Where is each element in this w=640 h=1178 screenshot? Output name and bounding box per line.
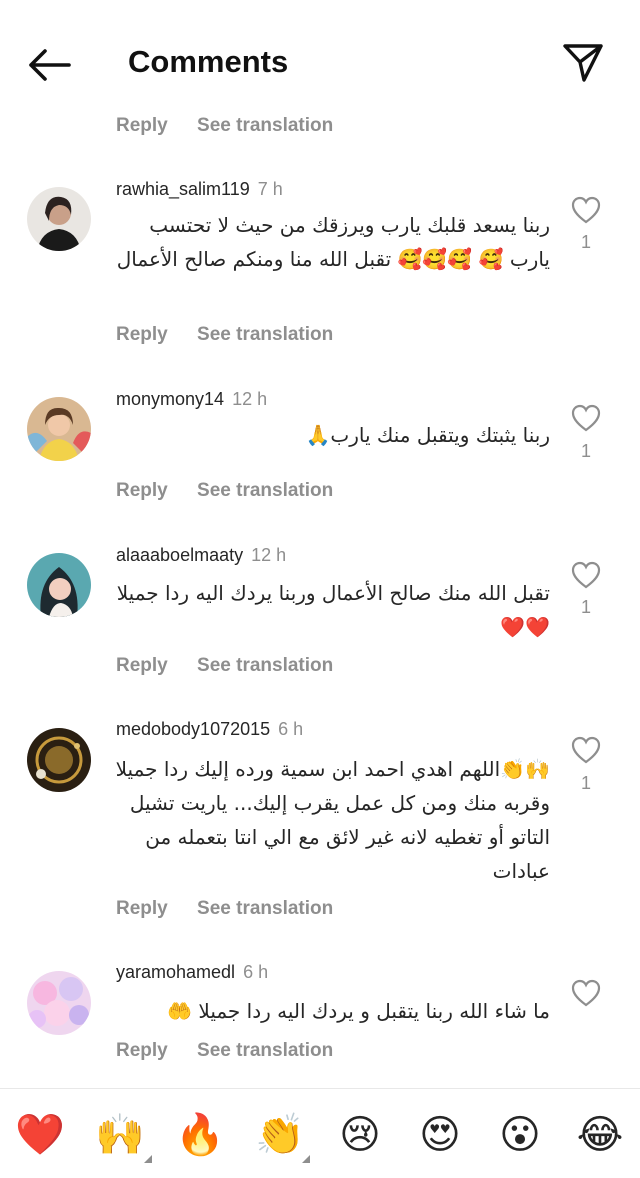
comment-time: 12 h: [251, 545, 287, 565]
comment-actions: Reply See translation: [116, 655, 357, 677]
heart-outline-icon: [571, 979, 601, 1007]
comment-actions: Reply See translation: [116, 480, 357, 502]
reply-button[interactable]: Reply: [116, 115, 168, 136]
see-translation-button[interactable]: See translation: [197, 324, 333, 345]
paper-plane-icon: [563, 44, 603, 82]
reply-button[interactable]: Reply: [116, 898, 168, 919]
comment-text: ما شاء الله ربنا يتقبل و يردك اليه ردا ج…: [167, 999, 550, 1023]
comment-text: تقبل الله منك صالح الأعمال وربنا يردك ال…: [116, 581, 550, 639]
comment-actions: Reply See translation: [116, 115, 357, 137]
emoji-fire-button[interactable]: 🔥: [174, 1109, 226, 1161]
like-count: 1: [580, 597, 591, 617]
heart-outline-icon: [571, 561, 601, 589]
see-translation-button[interactable]: See translation: [197, 480, 333, 501]
like-count: 1: [580, 773, 591, 793]
reply-button[interactable]: Reply: [116, 1040, 168, 1061]
skin-tone-indicator-icon: [144, 1155, 152, 1163]
skin-tone-indicator-icon: [302, 1155, 310, 1163]
comment-time: 7 h: [257, 179, 283, 199]
comment-actions: Reply See translation: [116, 1040, 357, 1062]
emoji-laughing-button[interactable]: 😂: [574, 1109, 626, 1161]
comment-username[interactable]: rawhia_salim119: [116, 179, 250, 199]
comments-header: Comments: [0, 0, 640, 110]
emoji-sad-button[interactable]: 😢: [334, 1109, 386, 1161]
emoji-clap-button[interactable]: 👏: [254, 1109, 306, 1161]
page-title: Comments: [128, 44, 289, 79]
heart-outline-icon: [571, 736, 601, 764]
emoji-reaction-bar: ❤️ 🙌 🔥 👏 😢 😍 😮 😂: [0, 1088, 640, 1178]
arrow-left-icon: [29, 49, 71, 81]
reply-button[interactable]: Reply: [116, 324, 168, 345]
emoji-heart-button[interactable]: ❤️: [14, 1109, 66, 1161]
share-button[interactable]: [560, 40, 606, 86]
like-button[interactable]: [568, 557, 604, 593]
comment-text: ربنا يثبتك ويتقبل منك يارب🙏: [305, 423, 550, 447]
comment-time: 6 h: [278, 719, 304, 739]
avatar[interactable]: [27, 397, 91, 461]
comment-actions: Reply See translation: [116, 324, 357, 346]
like-button[interactable]: [568, 400, 604, 436]
heart-outline-icon: [571, 196, 601, 224]
avatar[interactable]: [27, 553, 91, 617]
see-translation-button[interactable]: See translation: [197, 115, 333, 136]
comment-actions: Reply See translation: [116, 898, 357, 920]
like-count: 1: [580, 441, 591, 461]
like-button[interactable]: [568, 732, 604, 768]
comment-username[interactable]: monymony14: [116, 389, 224, 409]
comment-time: 6 h: [243, 962, 269, 982]
see-translation-button[interactable]: See translation: [197, 655, 333, 676]
back-button[interactable]: [24, 40, 74, 90]
comment-username[interactable]: medobody1072015: [116, 719, 270, 739]
avatar[interactable]: [27, 728, 91, 792]
comment-time: 12 h: [232, 389, 268, 409]
like-count: 1: [580, 232, 591, 252]
emoji-heart-eyes-button[interactable]: 😍: [414, 1109, 466, 1161]
comment-username[interactable]: yaramohamedl: [116, 962, 235, 982]
emoji-raised-hands-button[interactable]: 🙌: [94, 1109, 146, 1161]
heart-outline-icon: [571, 404, 601, 432]
avatar[interactable]: [27, 971, 91, 1035]
comment-text: ربنا يسعد قلبك يارب ويرزقك من حيث لا تحت…: [116, 213, 550, 271]
emoji-surprised-button[interactable]: 😮: [494, 1109, 546, 1161]
like-button[interactable]: [568, 975, 604, 1011]
comment-username[interactable]: alaaaboelmaaty: [116, 545, 243, 565]
comment-text: 🙌👏اللهم اهدي احمد ابن سمية ورده إليك ردا…: [115, 757, 550, 883]
like-button[interactable]: [568, 192, 604, 228]
see-translation-button[interactable]: See translation: [197, 1040, 333, 1061]
avatar[interactable]: [27, 187, 91, 251]
reply-button[interactable]: Reply: [116, 655, 168, 676]
see-translation-button[interactable]: See translation: [197, 898, 333, 919]
reply-button[interactable]: Reply: [116, 480, 168, 501]
